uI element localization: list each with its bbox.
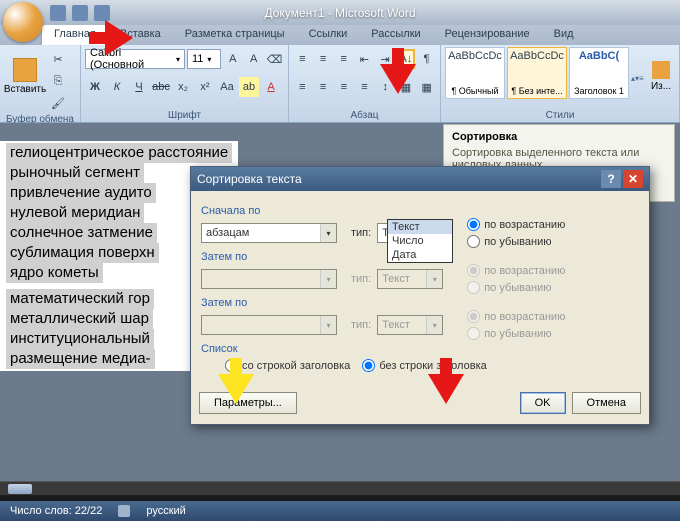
numbering-icon[interactable]: ≡: [314, 49, 333, 69]
borders-icon[interactable]: ▦: [417, 77, 436, 97]
asc-radio-1[interactable]: по возрастанию: [467, 218, 565, 231]
indent-dec-icon[interactable]: ⇤: [355, 49, 374, 69]
statusbar: Число слов: 22/22 русский: [0, 495, 680, 521]
dialog-titlebar[interactable]: Сортировка текста ? ✕: [191, 167, 649, 191]
redo-icon[interactable]: [94, 5, 110, 21]
office-button[interactable]: [3, 2, 43, 42]
desc-radio-2: по убыванию: [467, 281, 565, 294]
horizontal-scrollbar[interactable]: [0, 481, 680, 495]
cancel-button[interactable]: Отмена: [572, 392, 641, 414]
window-title: Документ1 - Microsoft Word: [264, 6, 415, 20]
format-painter-icon[interactable]: 🖌: [48, 93, 68, 113]
without-header-radio[interactable]: без строки заголовка: [362, 359, 486, 372]
group-font: Calibri (Основной▾ 11▾ A A ⌫ Ж К Ч abc x…: [81, 45, 289, 122]
annotation-arrow-1: [105, 20, 133, 56]
type-option-date[interactable]: Дата: [388, 248, 452, 262]
style-item-nospacing[interactable]: AaBbCcDc ¶ Без инте...: [507, 47, 567, 99]
style-item-normal[interactable]: AaBbCcDc ¶ Обычный: [445, 47, 505, 99]
tooltip-title: Сортировка: [452, 131, 666, 143]
paste-button[interactable]: Вставить: [4, 47, 46, 105]
shrink-font-icon[interactable]: A: [244, 49, 263, 69]
grow-font-icon[interactable]: A: [223, 49, 242, 69]
type-label-2: тип:: [351, 273, 371, 285]
tab-view[interactable]: Вид: [542, 25, 586, 45]
sort-by-combo-1[interactable]: абзацам▾: [201, 223, 337, 243]
annotation-arrow-2: [380, 64, 416, 94]
change-styles-icon: [652, 61, 670, 79]
tab-references[interactable]: Ссылки: [297, 25, 360, 45]
status-words[interactable]: Число слов: 22/22: [10, 505, 102, 517]
type-dropdown-list[interactable]: Текст Число Дата: [387, 219, 453, 263]
undo-icon[interactable]: [72, 5, 88, 21]
paste-label: Вставить: [4, 84, 46, 95]
sort-by-combo-2[interactable]: ▾: [201, 269, 337, 289]
change-styles-button[interactable]: Из...: [647, 47, 675, 105]
desc-radio-3: по убыванию: [467, 327, 565, 340]
titlebar: Документ1 - Microsoft Word: [0, 0, 680, 25]
paste-icon: [13, 58, 37, 82]
copy-icon[interactable]: ⎘: [48, 71, 68, 91]
scrollbar-thumb[interactable]: [8, 484, 32, 494]
type-option-text[interactable]: Текст: [388, 220, 452, 234]
superscript-button[interactable]: x²: [195, 77, 215, 97]
clear-format-icon[interactable]: ⌫: [265, 49, 284, 69]
annotation-arrow-3: [428, 374, 464, 404]
multilevel-icon[interactable]: ≡: [334, 49, 353, 69]
font-group-label: Шрифт: [85, 109, 284, 122]
tab-review[interactable]: Рецензирование: [433, 25, 542, 45]
dialog-title: Сортировка текста: [197, 172, 302, 186]
show-marks-icon[interactable]: ¶: [417, 49, 436, 69]
styles-group-label: Стили: [445, 109, 675, 122]
subscript-button[interactable]: x₂: [173, 77, 193, 97]
quick-access-toolbar: [50, 5, 110, 21]
cut-icon[interactable]: ✂: [48, 49, 68, 69]
asc-radio-2: по возрастанию: [467, 264, 565, 277]
sort-then-label-3: Затем по: [201, 297, 639, 309]
dialog-help-button[interactable]: ?: [601, 170, 621, 188]
status-lang[interactable]: русский: [146, 505, 185, 517]
align-justify-icon[interactable]: ≡: [355, 77, 374, 97]
type-combo-2: Текст▾: [377, 269, 443, 289]
save-icon[interactable]: [50, 5, 66, 21]
list-section-label: Список: [201, 343, 639, 355]
align-center-icon[interactable]: ≡: [314, 77, 333, 97]
tab-pagelayout[interactable]: Разметка страницы: [173, 25, 297, 45]
highlight-button[interactable]: ab: [239, 77, 259, 97]
ribbon: Вставить ✂ ⎘ 🖌 Буфер обмена Calibri (Осн…: [0, 45, 680, 123]
group-styles: AaBbCcDc ¶ Обычный AaBbCcDc ¶ Без инте..…: [441, 45, 680, 122]
ok-button[interactable]: OK: [520, 392, 566, 414]
sort-by-combo-3: ▾: [201, 315, 337, 335]
type-label-3: тип:: [351, 319, 371, 331]
underline-button[interactable]: Ч: [129, 77, 149, 97]
align-left-icon[interactable]: ≡: [293, 77, 312, 97]
type-combo-3: Текст▾: [377, 315, 443, 335]
type-option-number[interactable]: Число: [388, 234, 452, 248]
group-clipboard: Вставить ✂ ⎘ 🖌 Буфер обмена: [0, 45, 81, 122]
type-label-1: тип:: [351, 227, 371, 239]
annotation-arrow-4: [218, 374, 254, 404]
asc-radio-3: по возрастанию: [467, 310, 565, 323]
strike-button[interactable]: abc: [151, 77, 171, 97]
paragraph-group-label: Абзац: [293, 109, 436, 122]
sort-dialog: Сортировка текста ? ✕ Сначала по абзацам…: [190, 166, 650, 425]
style-item-heading1[interactable]: AaBbC( Заголовок 1: [569, 47, 629, 99]
bullets-icon[interactable]: ≡: [293, 49, 312, 69]
tab-mailings[interactable]: Рассылки: [359, 25, 432, 45]
change-case-button[interactable]: Aa: [217, 77, 237, 97]
styles-gallery-more[interactable]: ▴▾≡: [631, 47, 645, 109]
spellcheck-icon[interactable]: [118, 505, 130, 517]
group-paragraph: ≡ ≡ ≡ ⇤ ⇥ A↓ ¶ ≡ ≡ ≡ ≡ ↕ ▦ ▦ Абзац: [289, 45, 441, 122]
font-size-combo[interactable]: 11▾: [187, 49, 221, 69]
font-color-button[interactable]: A: [261, 77, 281, 97]
desc-radio-1[interactable]: по убыванию: [467, 235, 565, 248]
align-right-icon[interactable]: ≡: [334, 77, 353, 97]
dialog-close-button[interactable]: ✕: [623, 170, 643, 188]
with-header-radio[interactable]: со строкой заголовка: [225, 359, 350, 372]
bold-button[interactable]: Ж: [85, 77, 105, 97]
sort-first-label: Сначала по: [201, 205, 639, 217]
italic-button[interactable]: К: [107, 77, 127, 97]
font-name-combo[interactable]: Calibri (Основной▾: [85, 49, 185, 69]
